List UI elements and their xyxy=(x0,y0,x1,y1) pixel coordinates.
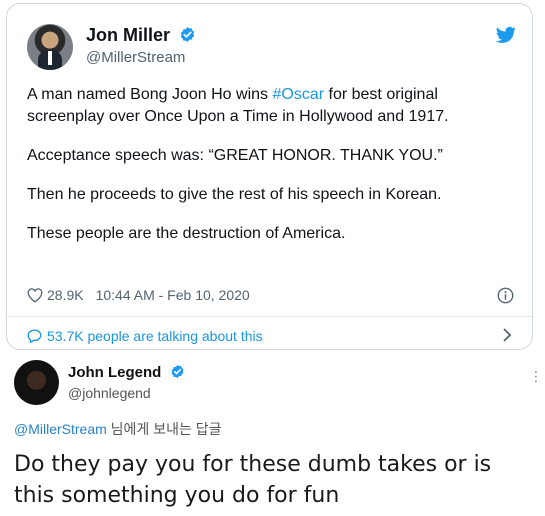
jon-miller-avatar[interactable] xyxy=(27,24,73,70)
twitter-bird-icon[interactable] xyxy=(496,26,516,44)
tweet-timestamp[interactable]: 10:44 AM - Feb 10, 2020 xyxy=(96,287,250,303)
mention-link[interactable]: @MillerStream xyxy=(14,421,107,437)
reply-author-name[interactable]: John Legend xyxy=(68,364,185,381)
chevron-right-icon[interactable] xyxy=(502,327,512,343)
tweet-author-name[interactable]: Jon Miller xyxy=(86,25,196,46)
more-options-icon[interactable]: ⋮ xyxy=(529,368,543,385)
speech-bubble-icon xyxy=(27,329,42,343)
tweet-meta: 28.9K 10:44 AM - Feb 10, 2020 xyxy=(27,287,250,303)
replying-suffix: 님에게 보내는 답글 xyxy=(106,421,222,437)
card-divider xyxy=(7,316,532,317)
tweet-paragraph: Then he proceeds to give the rest of his… xyxy=(27,186,442,203)
heart-icon[interactable] xyxy=(27,287,43,303)
tweet-text: A man named Bong Joon Ho wins #Oscar for… xyxy=(27,84,517,262)
conversation-link[interactable]: 53.7K people are talking about this xyxy=(27,328,263,344)
author-name-text: Jon Miller xyxy=(86,25,171,45)
embedded-tweet-card[interactable]: Jon Miller @MillerStream A man named Bon… xyxy=(6,3,533,350)
oscar-hashtag-link[interactable]: #Oscar xyxy=(272,86,324,103)
like-count[interactable]: 28.9K xyxy=(47,287,84,303)
avatar-shirt xyxy=(48,51,52,65)
tweet-text-segment: A man named Bong Joon Ho wins xyxy=(27,86,273,103)
verified-badge-icon xyxy=(171,364,183,379)
info-icon[interactable] xyxy=(497,287,514,304)
verified-badge-icon xyxy=(180,27,195,42)
tweet-paragraph: A man named Bong Joon Ho wins #Oscar for… xyxy=(27,84,517,128)
john-legend-avatar[interactable] xyxy=(14,360,59,405)
reply-text: Do they pay you for these dumb takes or … xyxy=(14,452,492,508)
reply-author-handle[interactable]: @johnlegend xyxy=(68,385,151,401)
tweet-paragraph: These people are the destruction of Amer… xyxy=(27,225,346,242)
reply-author-name-text: John Legend xyxy=(68,364,162,381)
tweet-author-handle[interactable]: @MillerStream xyxy=(86,49,185,66)
tweet-paragraph: Acceptance speech was: “GREAT HONOR. THA… xyxy=(27,147,443,164)
talking-count-text: 53.7K people are talking about this xyxy=(47,328,263,344)
replying-to-line: @MillerStream 님에게 보내는 답글 xyxy=(14,419,222,439)
